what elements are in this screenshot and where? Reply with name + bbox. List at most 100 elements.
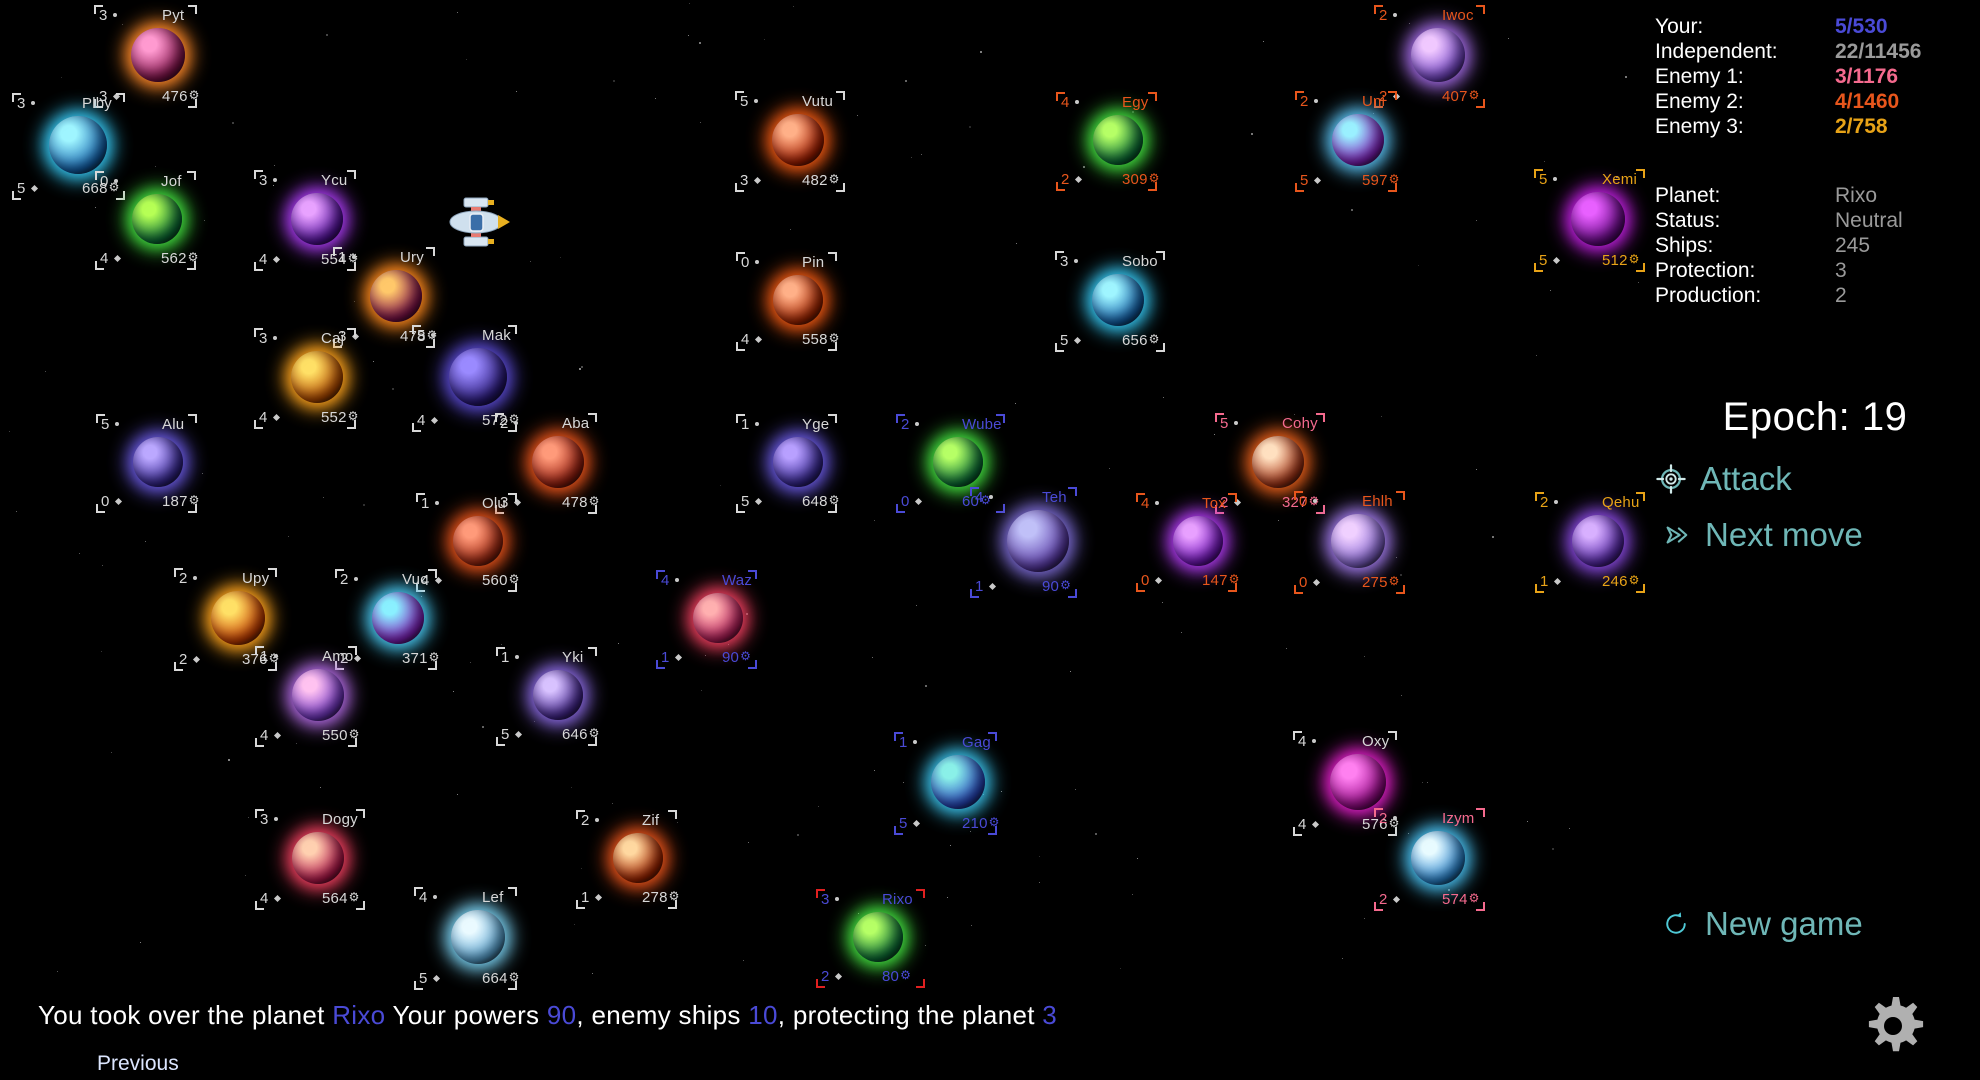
planet-protection-jof: 4 — [100, 251, 121, 266]
planet-pyt[interactable]: 3 Pyt 3 476⚙ — [73, 5, 243, 108]
planet-sphere[interactable] — [49, 116, 107, 174]
planet-sphere[interactable] — [772, 114, 824, 166]
planet-sphere[interactable] — [1332, 114, 1384, 166]
planet-qehu[interactable]: 2 Qehu 1 246⚙ — [1513, 492, 1683, 593]
planet-dogy[interactable]: 3 Dogy 4 564⚙ — [233, 809, 403, 910]
planet-production-yki: 1 — [501, 650, 519, 665]
planet-sphere[interactable] — [132, 194, 182, 244]
planet-lef[interactable]: 4 Lef 5 664⚙ — [393, 887, 563, 990]
planet-sphere[interactable] — [1572, 515, 1624, 567]
star — [578, 368, 581, 371]
star — [1095, 832, 1098, 835]
planet-sphere[interactable] — [613, 833, 663, 883]
planet-ships-qehu: 246⚙ — [1602, 573, 1640, 590]
planet-caj[interactable]: 3 Caj 4 552⚙ — [232, 328, 402, 429]
planet-teh[interactable]: 4 Teh 1 90⚙ — [953, 487, 1123, 598]
planet-sphere[interactable] — [1173, 516, 1223, 566]
planet-sphere[interactable] — [693, 593, 743, 643]
planet-sphere[interactable] — [1092, 274, 1144, 326]
planet-sphere[interactable] — [292, 832, 344, 884]
planet-rixo[interactable]: 3 Rixo 2 80⚙ — [793, 889, 963, 988]
planet-sphere[interactable] — [292, 669, 344, 721]
planet-gag[interactable]: 1 Gag 5 210⚙ — [873, 732, 1043, 835]
planet-sphere[interactable] — [533, 670, 583, 720]
planet-izym[interactable]: 2 Izym 2 574⚙ — [1353, 808, 1523, 911]
planet-sphere[interactable] — [449, 348, 507, 406]
planet-production-qehu: 2 — [1540, 495, 1558, 510]
planet-yge[interactable]: 1 Yge 5 648⚙ — [713, 414, 883, 513]
planet-sphere[interactable] — [1252, 436, 1304, 488]
planet-name-iwoc: Iwoc — [1442, 7, 1474, 24]
star — [323, 496, 325, 498]
star — [1536, 355, 1538, 357]
star — [1014, 403, 1016, 405]
production-dot — [594, 818, 599, 823]
planet-sphere[interactable] — [291, 193, 343, 245]
planet-tox[interactable]: 4 Tox 0 147⚙ — [1113, 493, 1283, 592]
planet-sphere[interactable] — [773, 437, 823, 487]
planet-production-aba: 2 — [500, 416, 518, 431]
planet-yki[interactable]: 1 Yki 5 646⚙ — [473, 647, 643, 746]
settings-gear-icon[interactable] — [1862, 995, 1924, 1057]
planet-name-sobo: Sobo — [1122, 253, 1158, 270]
planet-sphere[interactable] — [1331, 514, 1385, 568]
planet-ships-iwoc: 407⚙ — [1442, 88, 1480, 105]
planet-waz[interactable]: 4 Waz 1 90⚙ — [633, 570, 803, 669]
ship-glyph: ⚙ — [828, 331, 840, 345]
planet-production-pyt: 3 — [99, 8, 117, 23]
planet-sphere[interactable] — [211, 591, 265, 645]
planet-production-xemi: 5 — [1539, 172, 1557, 187]
planet-ships-dogy: 564⚙ — [322, 890, 360, 907]
protection-diamond — [514, 730, 522, 738]
previous-link[interactable]: Previous — [97, 1052, 179, 1076]
planet-sphere[interactable] — [931, 755, 985, 809]
player-fleet-ship-icon[interactable] — [448, 196, 510, 248]
planet-name-ury: Ury — [400, 249, 424, 266]
ship-glyph: ⚙ — [188, 88, 200, 102]
planet-sphere[interactable] — [532, 436, 584, 488]
selection-bracket — [1476, 5, 1485, 14]
planet-production-wube: 2 — [901, 417, 919, 432]
protection-diamond — [192, 655, 200, 663]
planet-zif[interactable]: 2 Zif 1 278⚙ — [553, 810, 723, 909]
planet-vutu[interactable]: 5 Vutu 3 482⚙ — [713, 91, 883, 192]
planet-egy[interactable]: 4 Egy 2 309⚙ — [1033, 92, 1203, 191]
game-canvas[interactable]: 3Pyt3476⚙3Plby5668⚙0Jof4562⚙3Ycu4554⚙1Ur… — [0, 0, 1980, 1080]
planet-mak[interactable]: 5 Mak 4 572⚙ — [393, 325, 563, 432]
planet-sphere[interactable] — [291, 351, 343, 403]
planet-ships-yge: 648⚙ — [802, 493, 840, 510]
planet-sphere[interactable] — [933, 437, 983, 487]
protection-diamond — [1073, 336, 1081, 344]
planet-sphere[interactable] — [1411, 28, 1465, 82]
planet-sphere[interactable] — [370, 270, 422, 322]
planet-sphere[interactable] — [131, 28, 185, 82]
ship-glyph: ⚙ — [988, 815, 1000, 829]
planet-pin[interactable]: 0 Pin 4 558⚙ — [713, 252, 883, 351]
attack-button[interactable]: Attack — [1655, 460, 1792, 498]
planet-sphere[interactable] — [453, 516, 503, 566]
planet-sphere[interactable] — [1093, 115, 1143, 165]
new-game-button[interactable]: New game — [1660, 905, 1863, 943]
planet-sphere[interactable] — [1571, 192, 1625, 246]
planet-alu[interactable]: 5 Alu 0 187⚙ — [73, 414, 243, 513]
planet-amo[interactable]: 1 Amo 4 550⚙ — [233, 646, 403, 747]
planet-jof[interactable]: 0 Jof 4 562⚙ — [72, 171, 242, 270]
planet-sphere[interactable] — [853, 912, 903, 962]
star — [617, 642, 619, 644]
star — [655, 97, 657, 99]
planet-uni[interactable]: 2 Uni 5 597⚙ — [1273, 91, 1443, 192]
planet-sphere[interactable] — [133, 437, 183, 487]
next-move-button[interactable]: Next move — [1660, 516, 1863, 554]
planet-sphere[interactable] — [1007, 510, 1069, 572]
planet-sphere[interactable] — [372, 592, 424, 644]
ship-glyph: ⚙ — [1468, 891, 1480, 905]
planet-sphere[interactable] — [451, 910, 505, 964]
star — [699, 41, 702, 44]
planet-sphere[interactable] — [773, 275, 823, 325]
planet-sphere[interactable] — [1411, 831, 1465, 885]
planet-sphere[interactable] — [1330, 754, 1386, 810]
planet-sobo[interactable]: 3 Sobo 5 656⚙ — [1033, 251, 1203, 352]
star — [969, 126, 972, 129]
planet-ehlh[interactable]: 0 Ehlh 0 275⚙ — [1273, 491, 1443, 594]
planet-iwoc[interactable]: 2 Iwoc 2 407⚙ — [1353, 5, 1523, 108]
